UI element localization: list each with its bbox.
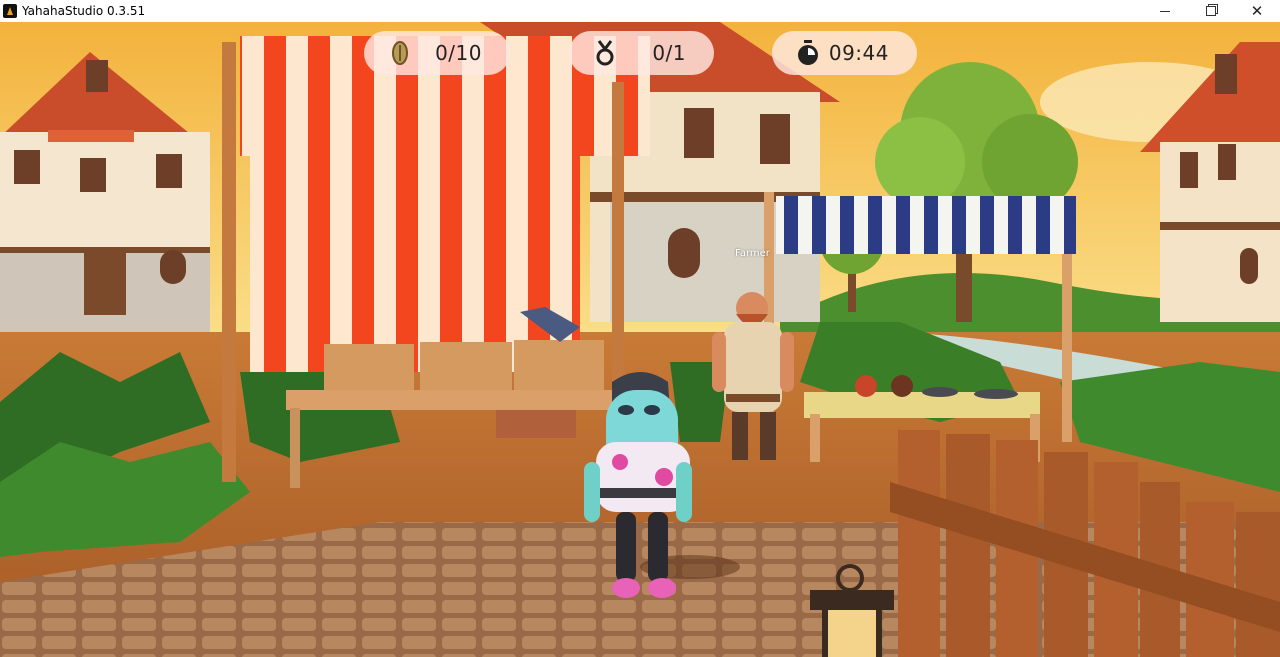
game-scene <box>0 22 1280 657</box>
window-controls: ✕ <box>1142 0 1280 22</box>
npc-name-label: Farmer <box>735 248 770 259</box>
medal-count: 0/1 <box>652 41 686 65</box>
window-title: YahahaStudio 0.3.51 <box>22 4 146 18</box>
timer-display: 09:44 <box>772 31 917 75</box>
minimize-button[interactable] <box>1142 0 1188 22</box>
app-icon <box>3 4 17 18</box>
close-button[interactable]: ✕ <box>1234 0 1280 22</box>
coin-count: 0/10 <box>435 41 482 65</box>
maximize-button[interactable] <box>1188 0 1234 22</box>
game-viewport[interactable]: 0/10 0/1 09:44 Farmer <box>0 22 1280 657</box>
coin-counter: 0/10 <box>364 31 510 75</box>
medal-icon <box>591 39 619 67</box>
medal-counter: 0/1 <box>569 31 714 75</box>
stopwatch-icon <box>794 39 822 67</box>
title-bar: YahahaStudio 0.3.51 ✕ <box>0 0 1280 22</box>
timer-value: 09:44 <box>828 41 889 65</box>
coin-icon <box>386 39 414 67</box>
